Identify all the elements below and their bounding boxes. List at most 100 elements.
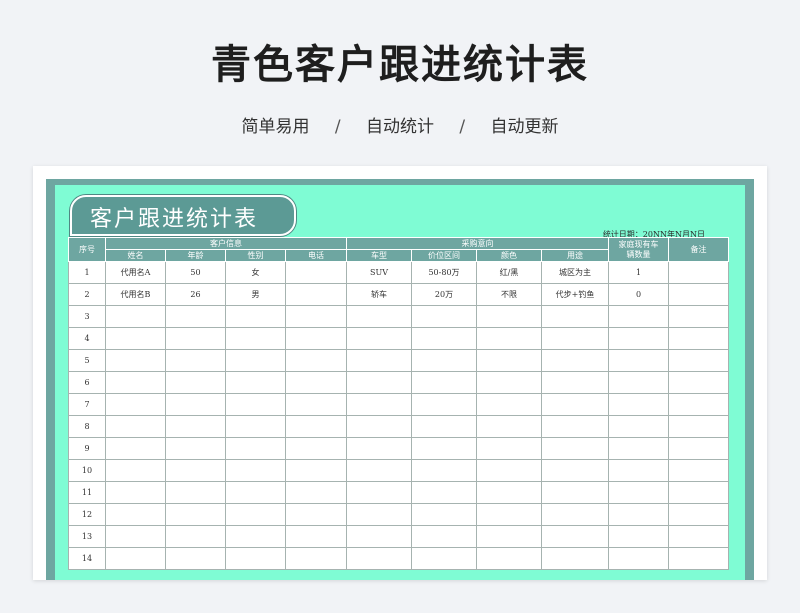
cell-usage[interactable]	[541, 459, 609, 482]
cell-remark[interactable]	[668, 305, 729, 328]
cell-age[interactable]: 26	[165, 283, 226, 306]
cell-color[interactable]	[476, 459, 542, 482]
cell-cars[interactable]	[608, 393, 669, 416]
cell-age[interactable]	[165, 481, 226, 504]
cell-price-range[interactable]	[411, 525, 477, 548]
cell-age[interactable]	[165, 459, 226, 482]
cell-cars[interactable]	[608, 547, 669, 570]
cell-color[interactable]	[476, 547, 542, 570]
cell-price-range[interactable]	[411, 393, 477, 416]
cell-usage[interactable]: 代步+钓鱼	[541, 283, 609, 306]
cell-age[interactable]	[165, 349, 226, 372]
cell-no[interactable]: 3	[68, 305, 106, 328]
cell-name[interactable]: 代用名B	[105, 283, 166, 306]
cell-remark[interactable]	[668, 261, 729, 284]
cell-price-range[interactable]	[411, 327, 477, 350]
cell-car-type[interactable]	[346, 481, 412, 504]
cell-name[interactable]	[105, 481, 166, 504]
cell-cars[interactable]: 1	[608, 261, 669, 284]
cell-name[interactable]	[105, 525, 166, 548]
cell-phone[interactable]	[285, 393, 347, 416]
cell-cars[interactable]	[608, 305, 669, 328]
cell-no[interactable]: 10	[68, 459, 106, 482]
cell-phone[interactable]	[285, 261, 347, 284]
cell-age[interactable]	[165, 393, 226, 416]
cell-name[interactable]	[105, 503, 166, 526]
cell-price-range[interactable]: 20万	[411, 283, 477, 306]
cell-price-range[interactable]	[411, 437, 477, 460]
cell-usage[interactable]	[541, 327, 609, 350]
cell-car-type[interactable]	[346, 525, 412, 548]
cell-name[interactable]	[105, 327, 166, 350]
cell-no[interactable]: 4	[68, 327, 106, 350]
cell-age[interactable]	[165, 371, 226, 394]
cell-usage[interactable]	[541, 349, 609, 372]
cell-remark[interactable]	[668, 481, 729, 504]
cell-age[interactable]	[165, 415, 226, 438]
cell-color[interactable]	[476, 327, 542, 350]
cell-cars[interactable]	[608, 525, 669, 548]
cell-price-range[interactable]	[411, 503, 477, 526]
cell-name[interactable]	[105, 393, 166, 416]
cell-name[interactable]	[105, 415, 166, 438]
cell-usage[interactable]	[541, 481, 609, 504]
cell-age[interactable]: 50	[165, 261, 226, 284]
cell-no[interactable]: 7	[68, 393, 106, 416]
cell-car-type[interactable]: 轿车	[346, 283, 412, 306]
cell-price-range[interactable]	[411, 415, 477, 438]
cell-remark[interactable]	[668, 283, 729, 306]
cell-usage[interactable]	[541, 371, 609, 394]
cell-price-range[interactable]	[411, 481, 477, 504]
cell-gender[interactable]	[225, 371, 286, 394]
cell-age[interactable]	[165, 547, 226, 570]
cell-remark[interactable]	[668, 525, 729, 548]
cell-car-type[interactable]	[346, 503, 412, 526]
cell-color[interactable]	[476, 481, 542, 504]
cell-gender[interactable]	[225, 525, 286, 548]
cell-no[interactable]: 13	[68, 525, 106, 548]
cell-name[interactable]	[105, 459, 166, 482]
cell-price-range[interactable]	[411, 349, 477, 372]
cell-usage[interactable]	[541, 393, 609, 416]
cell-usage[interactable]: 城区为主	[541, 261, 609, 284]
cell-usage[interactable]	[541, 415, 609, 438]
cell-no[interactable]: 14	[68, 547, 106, 570]
cell-phone[interactable]	[285, 525, 347, 548]
cell-cars[interactable]	[608, 503, 669, 526]
cell-remark[interactable]	[668, 415, 729, 438]
cell-name[interactable]	[105, 349, 166, 372]
cell-phone[interactable]	[285, 547, 347, 570]
cell-color[interactable]	[476, 525, 542, 548]
cell-cars[interactable]	[608, 371, 669, 394]
cell-gender[interactable]	[225, 547, 286, 570]
cell-phone[interactable]	[285, 437, 347, 460]
cell-cars[interactable]	[608, 327, 669, 350]
cell-gender[interactable]: 男	[225, 283, 286, 306]
cell-car-type[interactable]	[346, 349, 412, 372]
cell-car-type[interactable]	[346, 327, 412, 350]
cell-car-type[interactable]	[346, 305, 412, 328]
cell-price-range[interactable]	[411, 305, 477, 328]
cell-name[interactable]	[105, 437, 166, 460]
cell-name[interactable]	[105, 547, 166, 570]
cell-usage[interactable]	[541, 437, 609, 460]
cell-price-range[interactable]	[411, 459, 477, 482]
cell-remark[interactable]	[668, 459, 729, 482]
cell-car-type[interactable]: SUV	[346, 261, 412, 284]
cell-no[interactable]: 9	[68, 437, 106, 460]
cell-gender[interactable]	[225, 437, 286, 460]
cell-usage[interactable]	[541, 503, 609, 526]
cell-usage[interactable]	[541, 305, 609, 328]
cell-color[interactable]	[476, 393, 542, 416]
cell-car-type[interactable]	[346, 437, 412, 460]
cell-color[interactable]: 红/黑	[476, 261, 542, 284]
cell-price-range[interactable]: 50-80万	[411, 261, 477, 284]
cell-car-type[interactable]	[346, 371, 412, 394]
cell-cars[interactable]	[608, 415, 669, 438]
cell-gender[interactable]	[225, 393, 286, 416]
cell-usage[interactable]	[541, 525, 609, 548]
cell-color[interactable]	[476, 437, 542, 460]
cell-phone[interactable]	[285, 503, 347, 526]
cell-no[interactable]: 2	[68, 283, 106, 306]
cell-price-range[interactable]	[411, 371, 477, 394]
